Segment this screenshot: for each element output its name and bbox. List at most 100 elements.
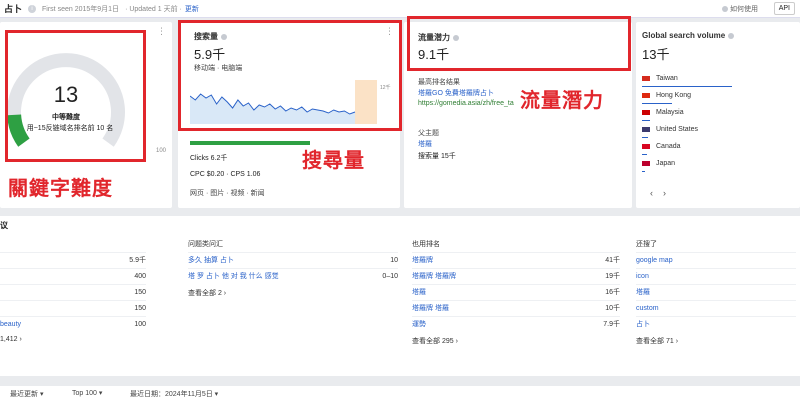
- keyword-link[interactable]: beauty: [0, 321, 21, 328]
- footer-filters: 最近更新 ▾ Top 100 ▾ 最近日期：2024年11月5日 ▾: [0, 386, 800, 400]
- keyword-link[interactable]: 運勢: [412, 321, 426, 328]
- keyword-volume: 100: [134, 321, 146, 328]
- country-item[interactable]: United States: [642, 121, 792, 138]
- top-result-label: 最高排名结果: [418, 79, 460, 86]
- table-row[interactable]: custom: [636, 300, 796, 316]
- country-name: Taiwan: [656, 74, 678, 82]
- filter-recent[interactable]: 最近更新 ▾: [10, 389, 43, 399]
- country-list: Taiwan Hong Kong Malaysia United States Cana…: [642, 70, 792, 172]
- country-item[interactable]: Japan: [642, 155, 792, 172]
- keyword-volume: 0–10: [382, 273, 398, 280]
- ideas-col-1: 5.9千 400 150 150 beauty 100 1,412 ›: [0, 238, 146, 343]
- table-row[interactable]: icon: [636, 268, 796, 284]
- keyword-volume: 7.9千: [603, 321, 620, 328]
- keyword-link[interactable]: 塔羅: [636, 289, 650, 296]
- volume-highlight: [178, 20, 402, 131]
- keyword-volume: 150: [134, 289, 146, 296]
- keyword-volume: 16千: [605, 289, 620, 296]
- keyword-link[interactable]: 塔羅牌: [412, 257, 433, 264]
- ideas-col-4: 还搜了 google map icon 塔羅 custom 占卜 查看全部 71 ›: [636, 238, 796, 346]
- country-item[interactable]: Hong Kong: [642, 87, 792, 104]
- help-icon: [722, 5, 728, 12]
- col1-more[interactable]: 1,412 ›: [0, 336, 146, 343]
- updated-text: · Updated 1 天前 ·: [125, 5, 182, 13]
- flag-icon: [642, 75, 650, 81]
- clicks-bar: [190, 141, 310, 145]
- col2-more[interactable]: 查看全部 2 ›: [188, 288, 398, 298]
- chevron-right-icon: ›: [223, 290, 227, 297]
- parent-topic[interactable]: 塔羅: [418, 139, 432, 149]
- keyword-volume: 5.9千: [129, 257, 146, 264]
- ideas-col-2: 问题类问汇 多久 抽算 占卜 10 塔 罗 占卜 他 对 我 什么 感觉 0–10 查…: [188, 238, 398, 298]
- table-row[interactable]: 塔羅牌 塔羅牌 19千: [412, 268, 620, 284]
- top-result-url[interactable]: https://gomedia.asia/zh/free_ta: [418, 100, 514, 107]
- difficulty-axis-max: 100: [156, 148, 167, 154]
- country-item[interactable]: Taiwan: [642, 70, 792, 87]
- prev-icon[interactable]: ‹: [650, 188, 653, 198]
- traffic-caption: 流量潛力: [520, 90, 604, 112]
- keyword-link[interactable]: 多久 抽算 占卜: [188, 257, 234, 264]
- first-seen: First seen 2015年9月1日: [42, 5, 120, 13]
- keyword-link[interactable]: 塔羅: [412, 289, 426, 296]
- table-row[interactable]: 占卜: [636, 316, 796, 332]
- table-row[interactable]: 400: [0, 268, 146, 284]
- global-header: Global search volume: [642, 31, 735, 40]
- table-row[interactable]: 5.9千: [0, 252, 146, 268]
- keyword-link[interactable]: 塔羅牌 塔羅: [412, 305, 449, 312]
- keyword-volume: 10: [390, 257, 398, 264]
- col2-header: 问题类问汇: [188, 241, 223, 248]
- table-row[interactable]: beauty 100: [0, 316, 146, 332]
- col4-more[interactable]: 查看全部 71 ›: [636, 336, 796, 346]
- country-item[interactable]: Canada: [642, 138, 792, 155]
- update-link[interactable]: 更新: [185, 4, 199, 14]
- table-row[interactable]: 150: [0, 284, 146, 300]
- keyword-link[interactable]: google map: [636, 257, 673, 264]
- filter-top[interactable]: Top 100 ▾: [72, 389, 102, 397]
- ideas-col-3: 也用排名 塔羅牌 41千 塔羅牌 塔羅牌 19千 塔羅 16千 塔羅牌 塔羅 10千 運勢 7.9…: [412, 238, 620, 346]
- keyword-ideas-panel: 议 5.9千 400 150 150 beauty 100 1,412 › 问题类问汇 多…: [0, 216, 800, 376]
- chevron-right-icon: ›: [19, 336, 22, 343]
- info-icon[interactable]: i: [28, 4, 37, 13]
- keyword-link[interactable]: custom: [636, 305, 659, 312]
- country-share-bar: [642, 171, 645, 172]
- filter-date[interactable]: 最近日期：2024年11月5日 ▾: [130, 389, 218, 399]
- flag-icon: [642, 92, 650, 98]
- table-row[interactable]: 運勢 7.9千: [412, 316, 620, 332]
- help-link[interactable]: 如何使用: [722, 4, 758, 14]
- top-result-title[interactable]: 塔羅GO 免費塔羅牌占卜: [418, 88, 494, 98]
- serp-features: 网页 · 图片 · 视频 · 新闻: [190, 190, 265, 197]
- cpc-value: CPC $0.20 · CPS 1.06: [190, 171, 261, 178]
- carousel-controls: ‹ ›: [650, 188, 666, 198]
- flag-icon: [642, 160, 650, 166]
- volume-caption: 搜尋量: [302, 150, 365, 172]
- table-row[interactable]: 塔羅牌 塔羅 10千: [412, 300, 620, 316]
- top-bar: 占卜 i First seen 2015年9月1日 · Updated 1 天前…: [0, 0, 800, 18]
- chevron-right-icon: ›: [455, 338, 458, 345]
- country-name: Canada: [656, 142, 681, 150]
- table-row[interactable]: 塔羅: [636, 284, 796, 300]
- keyword-link[interactable]: icon: [636, 273, 649, 280]
- country-name: Hong Kong: [656, 91, 692, 99]
- flag-icon: [642, 126, 650, 132]
- table-row[interactable]: 塔羅 16千: [412, 284, 620, 300]
- keyword-link[interactable]: 占卜: [636, 321, 650, 328]
- keyword-volume: 150: [134, 305, 146, 312]
- help-icon[interactable]: [728, 32, 735, 39]
- api-button[interactable]: API: [773, 2, 795, 15]
- keyword-link[interactable]: 塔 罗 占卜 他 对 我 什么 感觉: [188, 273, 279, 280]
- next-icon[interactable]: ›: [663, 188, 666, 198]
- table-row[interactable]: 多久 抽算 占卜 10: [188, 252, 398, 268]
- global-value: 13千: [642, 47, 670, 62]
- parent-topic-label: 父主题: [418, 130, 439, 137]
- keyword-title: 占卜: [4, 4, 23, 14]
- traffic-highlight: [407, 16, 631, 71]
- table-row[interactable]: google map: [636, 252, 796, 268]
- table-row[interactable]: 塔 罗 占卜 他 对 我 什么 感觉 0–10: [188, 268, 398, 284]
- keyword-link[interactable]: 塔羅牌 塔羅牌: [412, 273, 456, 280]
- col3-more[interactable]: 查看全部 295 ›: [412, 336, 620, 346]
- country-item[interactable]: Malaysia: [642, 104, 792, 121]
- country-name: United States: [656, 125, 699, 133]
- table-row[interactable]: 塔羅牌 41千: [412, 252, 620, 268]
- table-row[interactable]: 150: [0, 300, 146, 316]
- keyword-volume: 19千: [605, 273, 620, 280]
